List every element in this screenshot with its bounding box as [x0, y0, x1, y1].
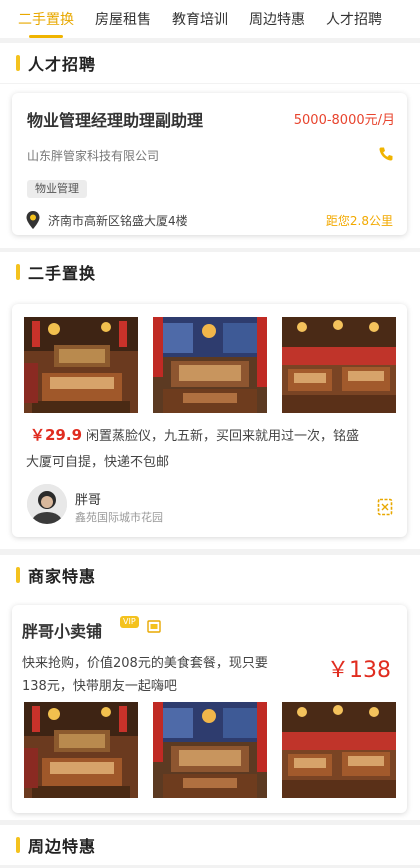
item-description-line-2: 大厦可自提，快递不包邮 — [26, 455, 170, 470]
section-title: 二手置换 — [28, 264, 97, 283]
deal-price: ￥138 — [327, 658, 391, 683]
item-description-line-1: 闲置蒸脸仪，九五新，买回来就用过一次，铭盛 — [86, 429, 360, 444]
nearby-section-header: 周边特惠 — [0, 825, 420, 865]
deal-description-line-2: 138元，快带朋友一起嗨吧 — [22, 679, 177, 694]
section-accent-bar — [16, 837, 20, 853]
active-tab-indicator — [29, 35, 63, 38]
vip-badge-icon: VIP — [120, 616, 139, 628]
shop-name: 胖哥小卖铺 — [22, 622, 103, 641]
section-accent-bar — [16, 264, 20, 280]
tag-label: 物业管理 — [35, 182, 79, 195]
section-title: 人才招聘 — [28, 55, 97, 74]
section-accent-bar — [16, 567, 20, 583]
merchant-deal-card[interactable]: 胖哥小卖铺 VIP 快来抢购，价值208元的美食套餐，现只要 138元，快带朋友… — [12, 605, 407, 813]
restaurant-image-3 — [282, 702, 396, 798]
category-tabs: 二手置换 房屋租售 教育培训 周边特惠 人才招聘 — [0, 0, 420, 38]
chat-icon[interactable] — [375, 497, 395, 517]
tab-label: 教育培训 — [172, 12, 228, 28]
tab-label: 房屋租售 — [95, 12, 151, 28]
tab-jobs[interactable]: 人才招聘 — [326, 9, 382, 29]
section-title: 商家特惠 — [28, 567, 97, 586]
secondhand-section-body: ￥29.9 闲置蒸脸仪，九五新，买回来就用过一次，铭盛 大厦可自提，快递不包邮 … — [0, 292, 420, 549]
restaurant-image-3 — [282, 317, 396, 413]
item-photo-1[interactable] — [24, 317, 138, 413]
seller-avatar[interactable] — [27, 484, 67, 524]
restaurant-image-1 — [24, 317, 138, 413]
item-photo-2[interactable] — [153, 317, 267, 413]
item-price: ￥29.9 — [30, 426, 83, 444]
seller-name: 胖哥 — [75, 493, 102, 508]
job-card[interactable]: 物业管理经理助理副助理 5000-8000元/月 山东胖管家科技有限公司 物业管… — [12, 93, 407, 235]
shop-icon — [146, 619, 162, 633]
job-category-tag: 物业管理 — [27, 180, 87, 198]
secondhand-section-header: 二手置换 — [0, 252, 420, 292]
job-salary: 5000-8000元/月 — [293, 113, 395, 128]
deal-description-line-1: 快来抢购，价值208元的美食套餐，现只要 — [22, 656, 268, 671]
location-pin-icon — [24, 210, 42, 230]
job-distance: 距您2.8公里 — [325, 214, 393, 228]
tab-label: 人才招聘 — [326, 12, 382, 28]
secondhand-card[interactable]: ￥29.9 闲置蒸脸仪，九五新，买回来就用过一次，铭盛 大厦可自提，快递不包邮 … — [12, 304, 407, 537]
tab-label: 周边特惠 — [249, 12, 305, 28]
job-address: 济南市高新区铭盛大厦4楼 — [48, 214, 188, 228]
phone-icon[interactable] — [377, 145, 395, 163]
restaurant-image-2 — [153, 702, 267, 798]
seller-location: 鑫苑国际城市花园 — [75, 511, 163, 524]
jobs-section-header: 人才招聘 — [0, 43, 420, 83]
merchant-section-header: 商家特惠 — [0, 555, 420, 595]
job-title: 物业管理经理助理副助理 — [27, 111, 204, 130]
tab-education[interactable]: 教育培训 — [172, 9, 228, 29]
section-accent-bar — [16, 55, 20, 71]
tab-housing[interactable]: 房屋租售 — [95, 9, 151, 29]
deal-photo-1[interactable] — [24, 702, 138, 798]
merchant-section-body: 胖哥小卖铺 VIP 快来抢购，价值208元的美食套餐，现只要 138元，快带朋友… — [0, 595, 420, 820]
vip-badge-label: VIP — [123, 617, 136, 626]
company-name: 山东胖管家科技有限公司 — [27, 149, 160, 163]
deal-photo-2[interactable] — [153, 702, 267, 798]
tab-secondhand[interactable]: 二手置换 — [18, 9, 74, 38]
section-title: 周边特惠 — [28, 837, 97, 856]
item-photo-3[interactable] — [282, 317, 396, 413]
restaurant-image-1 — [24, 702, 138, 798]
deal-photo-3[interactable] — [282, 702, 396, 798]
tab-nearby-deals[interactable]: 周边特惠 — [249, 9, 305, 29]
restaurant-image-2 — [153, 317, 267, 413]
tab-label: 二手置换 — [18, 12, 74, 28]
jobs-section-body: 物业管理经理助理副助理 5000-8000元/月 山东胖管家科技有限公司 物业管… — [0, 84, 420, 248]
